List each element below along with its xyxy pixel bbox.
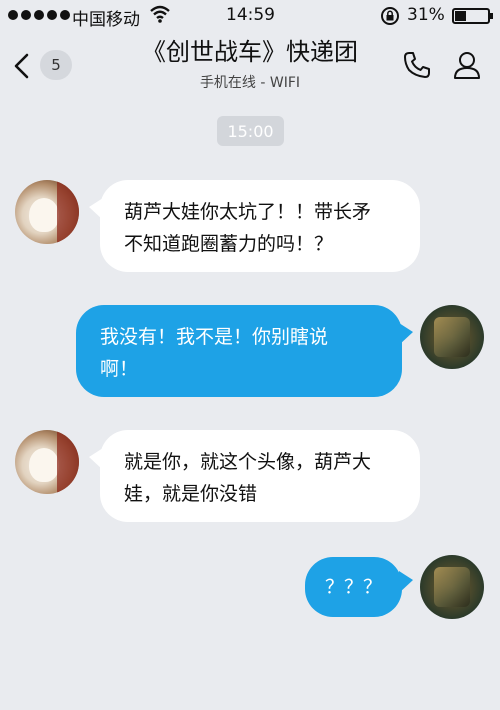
phone-icon[interactable] (402, 50, 432, 84)
incoming-message-bubble[interactable]: 葫芦大娃你太坑了！！带长矛 不知道跑圈蓄力的吗！？ (89, 180, 420, 272)
battery-icon (452, 8, 493, 24)
person-icon[interactable] (452, 50, 482, 84)
battery-percent: 31% (407, 5, 445, 25)
message-text-line: ？？？ (324, 576, 382, 598)
sender-avatar[interactable] (15, 180, 79, 244)
outgoing-message-bubble[interactable]: ？？？ (305, 557, 413, 617)
message-text-line: 娃，就是你没错 (124, 483, 258, 505)
message-text-line: 葫芦大娃你太坑了！！带长矛 (124, 201, 372, 223)
message-text-line: 我没有！我不是！你别瞎说 (100, 326, 329, 348)
message-timestamp: 15:00 (217, 116, 284, 146)
battery-fill (455, 11, 466, 21)
sender-avatar[interactable] (15, 430, 79, 494)
signal-dots-icon (8, 10, 70, 20)
bubble-tail (89, 448, 103, 470)
bubble-tail (89, 198, 103, 220)
chat-header: 5 《创世战车》快递团 手机在线 - WIFI (0, 32, 500, 104)
wifi-icon (150, 5, 170, 28)
status-time: 14:59 (226, 5, 275, 25)
carrier-label: 中国移动 (72, 10, 140, 30)
user-avatar[interactable] (420, 555, 484, 619)
incoming-message-bubble[interactable]: 就是你，就这个头像，葫芦大 娃，就是你没错 (89, 430, 420, 522)
user-avatar[interactable] (420, 305, 484, 369)
orientation-lock-icon (380, 6, 400, 31)
outgoing-message-bubble[interactable]: 我没有！我不是！你别瞎说 啊！ (76, 305, 413, 397)
message-text-line: 啊！ (100, 358, 139, 380)
bubble-tail (399, 571, 413, 593)
message-text-line: 不知道跑圈蓄力的吗！？ (124, 233, 334, 255)
message-text-line: 就是你，就这个头像，葫芦大 (124, 451, 372, 473)
bubble-tail (399, 323, 413, 345)
status-bar: 中国移动 14:59 31% (0, 0, 500, 32)
